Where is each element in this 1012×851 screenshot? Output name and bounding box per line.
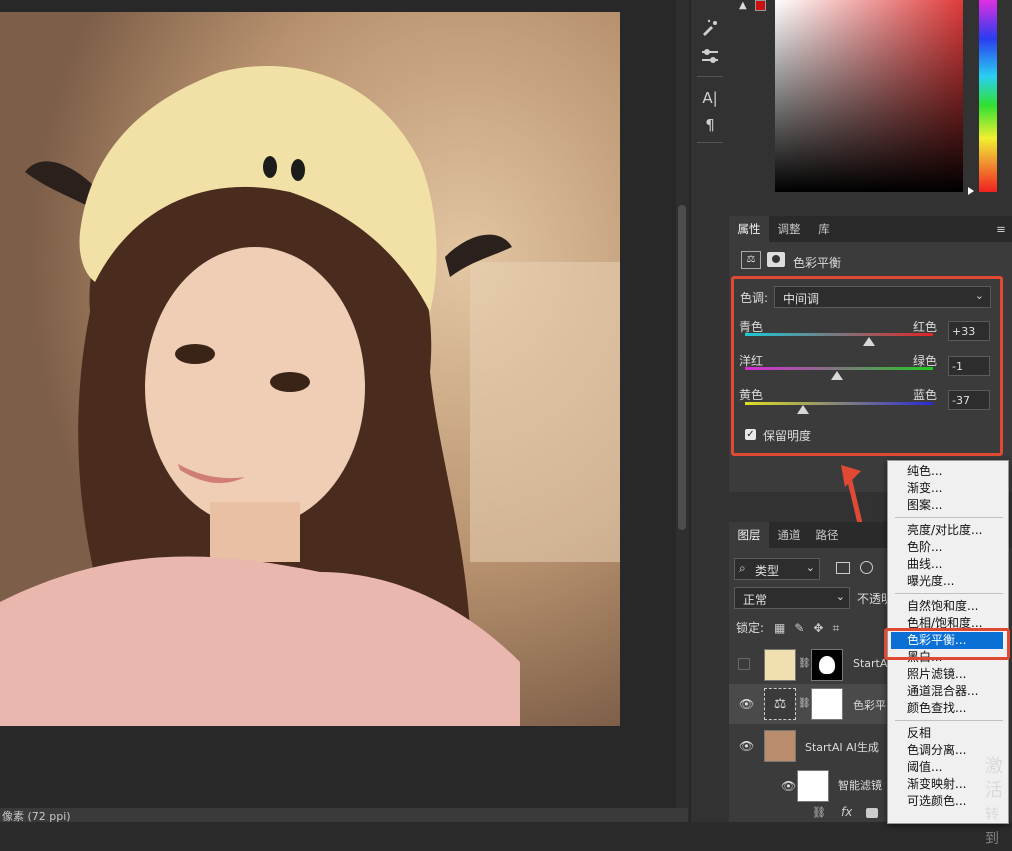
- layer-mask-thumbnail: [811, 688, 843, 720]
- layer-row-startai[interactable]: ⛓ StartAI: [729, 644, 891, 684]
- photo-image[interactable]: [0, 12, 620, 726]
- menu-item[interactable]: 自然饱和度...: [887, 598, 1007, 615]
- layer-filter-dropdown[interactable]: ⌕ 类型 ⌄: [734, 558, 820, 580]
- menu-item[interactable]: 照片滤镜...: [887, 666, 1007, 683]
- balance-scale-icon: ⚖: [741, 251, 761, 269]
- panel-toolbar: A| ¶: [690, 0, 730, 822]
- annotation-highlight-properties: [731, 276, 1003, 456]
- menu-item[interactable]: 渐变...: [887, 480, 1007, 497]
- search-icon: ⌕: [739, 561, 746, 575]
- add-mask-icon[interactable]: [866, 808, 878, 818]
- menu-separator: [895, 720, 1003, 721]
- layer-thumbnail: [764, 730, 796, 762]
- vertical-scroll-thumb[interactable]: [678, 205, 686, 530]
- layer-thumbnail: [764, 649, 796, 681]
- chevron-down-icon: ⌄: [835, 590, 845, 603]
- tab-paths[interactable]: 路径: [809, 522, 845, 548]
- menu-separator: [895, 593, 1003, 594]
- menu-item[interactable]: 纯色...: [887, 463, 1007, 480]
- mask-icon[interactable]: [767, 252, 785, 267]
- layer-row-smart-filter[interactable]: 👁 智能滤镜: [729, 766, 889, 806]
- sliders-icon[interactable]: [697, 46, 723, 68]
- fx-icon[interactable]: fx: [841, 805, 852, 819]
- lock-icons[interactable]: ▦✎✥⌗: [774, 621, 848, 636]
- color-field-marker: [968, 187, 974, 195]
- layer-name: StartAI AI生成: [805, 741, 879, 754]
- tab-libraries[interactable]: 库: [809, 216, 839, 242]
- layer-row-ai-generated[interactable]: 👁 StartAI AI生成: [729, 726, 889, 766]
- menu-item[interactable]: 图案...: [887, 497, 1007, 514]
- layer-row-color-balance[interactable]: 👁 ⚖ ⛓ 色彩平: [729, 684, 889, 724]
- brush-settings-icon[interactable]: [697, 18, 723, 40]
- tab-layers[interactable]: 图层: [729, 522, 769, 548]
- warning-icon: ▲: [739, 0, 747, 11]
- annotation-highlight-menu-item: [884, 628, 1010, 660]
- chevron-down-icon: ⌄: [805, 561, 815, 574]
- status-bar: 像素 (72 ppi): [0, 808, 688, 823]
- blend-mode-dropdown[interactable]: 正常 ⌄: [734, 587, 850, 609]
- balance-scale-icon: ⚖: [764, 688, 796, 720]
- filter-label: 类型: [755, 564, 780, 578]
- watermark-line2: 转到: [985, 807, 999, 847]
- menu-separator: [895, 517, 1003, 518]
- menu-item[interactable]: 曲线...: [887, 556, 1007, 573]
- properties-tabbar: 属性 调整 库 ≡: [729, 216, 1012, 242]
- panel-menu-icon[interactable]: ≡: [991, 216, 1011, 242]
- eye-icon[interactable]: 👁: [739, 697, 754, 711]
- tab-properties[interactable]: 属性: [729, 216, 769, 242]
- menu-item[interactable]: 通道混合器...: [887, 683, 1007, 700]
- character-icon[interactable]: A|: [697, 87, 723, 109]
- vertical-scrollbar[interactable]: [676, 0, 688, 808]
- menu-item[interactable]: 亮度/对比度...: [887, 522, 1007, 539]
- hue-slider[interactable]: [979, 0, 997, 192]
- layer-name: 智能滤镜: [838, 779, 882, 792]
- smart-filter-thumbnail: [797, 770, 829, 802]
- menu-item[interactable]: 色阶...: [887, 539, 1007, 556]
- adjustment-filter-icon[interactable]: [860, 561, 873, 574]
- link-icon: ⛓: [798, 698, 811, 709]
- tab-channels[interactable]: 通道: [771, 522, 807, 548]
- layers-tabbar: 图层 通道 路径: [729, 522, 889, 548]
- watermark-line1: 激活: [985, 756, 1003, 801]
- eye-icon[interactable]: 👁: [781, 779, 796, 793]
- link-layers-icon[interactable]: ⛓: [812, 806, 826, 819]
- image-filter-icon[interactable]: [836, 562, 850, 574]
- visibility-toggle-off[interactable]: [738, 658, 750, 670]
- tab-adjustments[interactable]: 调整: [771, 216, 807, 242]
- link-icon: ⛓: [798, 658, 811, 669]
- adjustment-title: 色彩平衡: [793, 256, 842, 270]
- foreground-swatch[interactable]: [755, 0, 766, 11]
- lock-label: 锁定:: [736, 621, 765, 635]
- layer-name: 色彩平: [853, 699, 886, 712]
- menu-item[interactable]: 曝光度...: [887, 573, 1007, 590]
- blend-mode-value: 正常: [743, 593, 768, 607]
- menu-item[interactable]: 颜色查找...: [887, 700, 1007, 717]
- menu-item[interactable]: 反相: [887, 725, 1007, 742]
- activation-watermark: 激活 转到: [985, 755, 1012, 851]
- layer-mask-thumbnail: [811, 649, 843, 681]
- paragraph-icon[interactable]: ¶: [697, 114, 723, 136]
- color-field[interactable]: [775, 0, 963, 192]
- eye-icon[interactable]: 👁: [739, 739, 754, 753]
